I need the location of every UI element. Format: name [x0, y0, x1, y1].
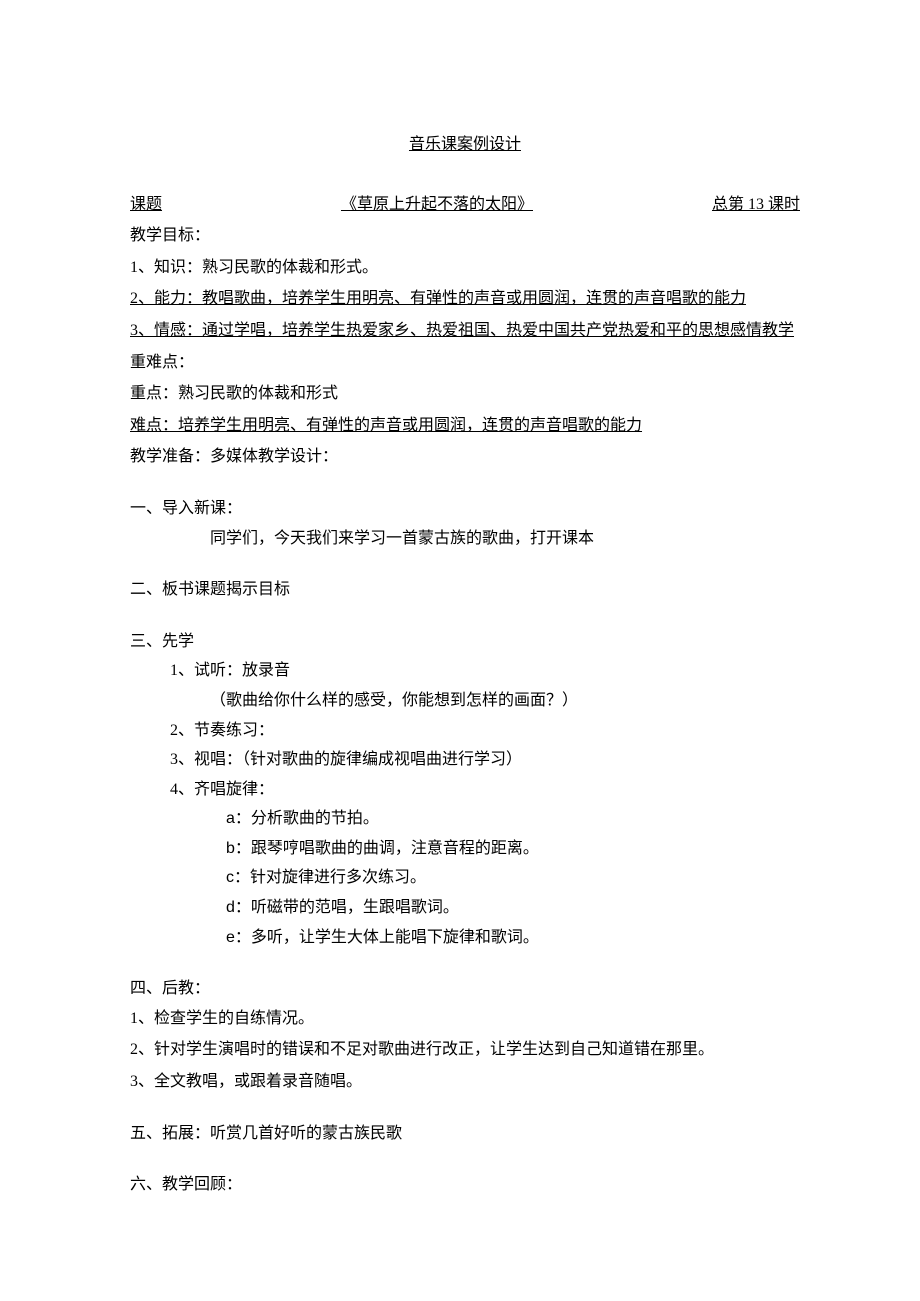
s3-item-1a: 1、试听：放录音 [130, 656, 800, 686]
s3-item-2: 2、节奏练习： [130, 716, 800, 746]
s3-item-4: 4、齐唱旋律： [130, 775, 800, 805]
s3-sub-b: b：跟琴哼唱歌曲的曲调，注意音程的距离。 [130, 834, 800, 864]
doc-title: 音乐课案例设计 [130, 130, 800, 160]
section-5: 五、拓展：听赏几首好听的蒙古族民歌 [130, 1119, 800, 1149]
s3-sub-a: a：分析歌曲的节拍。 [130, 804, 800, 834]
objectives-heading: 教学目标： [130, 221, 800, 251]
objective-ability: 2、能力：教唱歌曲，培养学生用明亮、有弹性的声音或用圆润，连贯的声音唱歌的能力 [130, 284, 800, 314]
s4-item-1: 1、检查学生的自练情况。 [130, 1004, 800, 1034]
section-4-heading: 四、后教： [130, 974, 800, 1004]
objective-knowledge: 1、知识：熟习民歌的体裁和形式。 [130, 253, 800, 283]
s3-sub-e: e：多听，让学生大体上能唱下旋律和歌词。 [130, 923, 800, 953]
objective-emotion: 3、情感：通过学唱，培养学生热爱家乡、热爱祖国、热爱中国共产党热爱和平的思想感情… [130, 316, 800, 346]
s3-item-3: 3、视唱：（针对歌曲的旋律编成视唱曲进行学习） [130, 745, 800, 775]
s3-sub-c: c：针对旋律进行多次练习。 [130, 863, 800, 893]
s3-item-1b: （歌曲给你什么样的感受，你能想到怎样的画面？） [130, 686, 800, 716]
topic-label: 课题 [130, 190, 162, 220]
section-1-heading: 一、导入新课： [130, 494, 800, 524]
lesson-count: 总第 13 课时 [712, 190, 800, 220]
keydiff-heading: 重难点： [130, 348, 800, 378]
s4-item-3: 3、全文教唱，或跟着录音随唱。 [130, 1067, 800, 1097]
prep-line: 教学准备：多媒体教学设计： [130, 442, 800, 472]
song-title: 《草原上升起不落的太阳》 [162, 190, 712, 220]
difficult-point: 难点：培养学生用明亮、有弹性的声音或用圆润，连贯的声音唱歌的能力 [130, 411, 800, 441]
section-6: 六、教学回顾： [130, 1170, 800, 1200]
key-point: 重点：熟习民歌的体裁和形式 [130, 379, 800, 409]
s4-item-2: 2、针对学生演唱时的错误和不足对歌曲进行改正，让学生达到自己知道错在那里。 [130, 1035, 800, 1065]
section-3-heading: 三、先学 [130, 627, 800, 657]
section-1-line: 同学们，今天我们来学习一首蒙古族的歌曲，打开课本 [130, 524, 800, 554]
s3-sub-d: d：听磁带的范唱，生跟唱歌词。 [130, 893, 800, 923]
section-2: 二、板书课题揭示目标 [130, 575, 800, 605]
topic-line: 课题 《草原上升起不落的太阳》 总第 13 课时 [130, 190, 800, 220]
